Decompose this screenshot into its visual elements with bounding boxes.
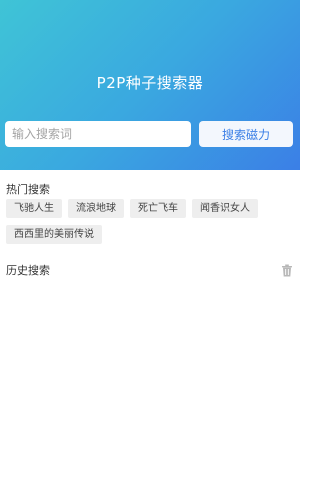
header: P2P种子搜索器 搜索磁力 (0, 0, 300, 170)
search-magnet-button[interactable]: 搜索磁力 (199, 121, 293, 147)
app-title: P2P种子搜索器 (96, 74, 204, 92)
history-search-title: 历史搜索 (6, 264, 50, 277)
hot-tag[interactable]: 闻香识女人 (192, 199, 258, 218)
hot-search-title: 热门搜索 (6, 183, 50, 196)
hot-tag[interactable]: 飞驰人生 (6, 199, 62, 218)
hot-tag[interactable]: 流浪地球 (68, 199, 124, 218)
hot-tag[interactable]: 西西里的美丽传说 (6, 225, 102, 244)
hot-tag[interactable]: 死亡飞车 (130, 199, 186, 218)
trash-icon[interactable] (281, 262, 293, 277)
search-input[interactable] (5, 121, 191, 147)
hot-search-tags: 飞驰人生 流浪地球 死亡飞车 闻香识女人 西西里的美丽传说 (6, 199, 296, 244)
